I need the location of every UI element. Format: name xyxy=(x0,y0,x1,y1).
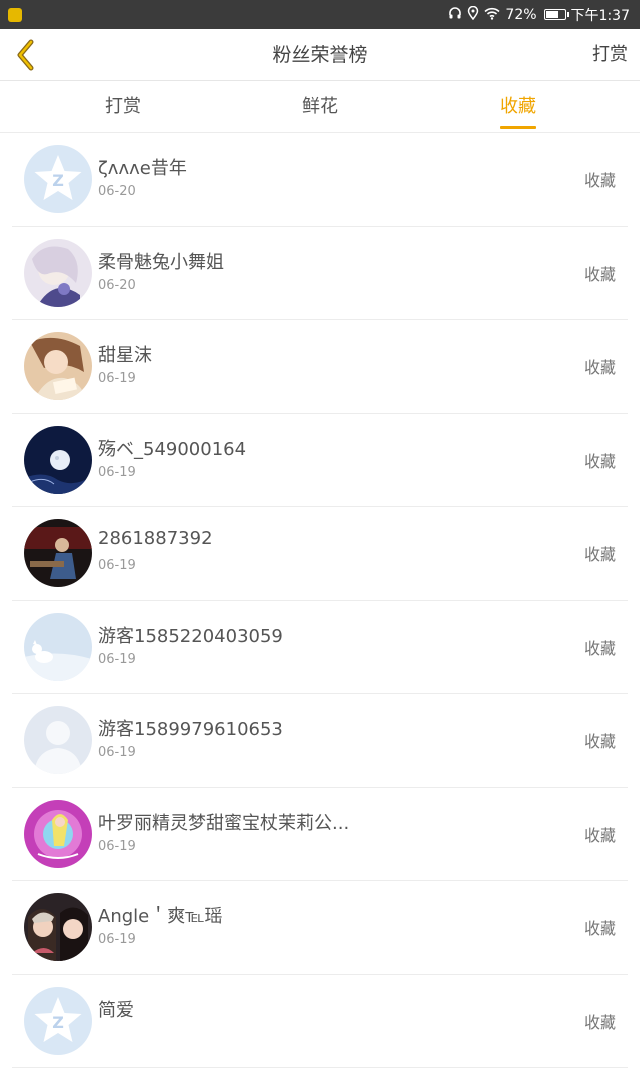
fan-name: 甜星沫 xyxy=(98,341,152,367)
chevron-left-icon xyxy=(15,39,37,71)
page-title: 粉丝荣誉榜 xyxy=(0,29,640,81)
fan-date: 06-19 xyxy=(98,652,136,667)
fan-date: 06-19 xyxy=(98,371,136,386)
list-item[interactable]: Z 简爱 收藏 xyxy=(0,975,640,1068)
avatar xyxy=(24,239,92,307)
location-icon xyxy=(467,6,479,23)
fan-date: 06-20 xyxy=(98,278,136,293)
avatar xyxy=(24,613,92,681)
tab-label: 收藏 xyxy=(500,96,536,117)
fan-name: 叶罗丽精灵梦甜蜜宝杖茉莉公... xyxy=(98,809,349,835)
fan-date: 06-19 xyxy=(98,745,136,760)
favorite-label: 收藏 xyxy=(584,448,616,472)
svg-text:Z: Z xyxy=(52,1013,64,1032)
list-item[interactable]: 游客1589979610653 06-19 收藏 xyxy=(0,694,640,788)
favorite-label: 收藏 xyxy=(584,915,616,939)
tab-flowers[interactable]: 鲜花 xyxy=(260,81,380,132)
reward-button[interactable]: 打赏 xyxy=(592,29,628,81)
app-notification-icon xyxy=(8,8,22,22)
list-item[interactable]: Z ζʌʌʌe昔年 06-20 收藏 xyxy=(0,133,640,227)
favorite-label: 收藏 xyxy=(584,541,616,565)
fan-name: 游客1585220403059 xyxy=(98,622,283,648)
avatar xyxy=(24,800,92,868)
tab-label: 鲜花 xyxy=(302,96,338,117)
battery-percent: 72% xyxy=(505,7,536,23)
fan-name: 简爱 xyxy=(98,996,134,1022)
list-item[interactable]: 殇ベ_549000164 06-19 收藏 xyxy=(0,414,640,508)
tab-label: 打赏 xyxy=(105,96,141,117)
status-bar: 72% 下午1:37 xyxy=(0,0,640,29)
fan-date: 06-19 xyxy=(98,839,136,854)
avatar xyxy=(24,893,92,961)
favorite-label: 收藏 xyxy=(584,728,616,752)
avatar xyxy=(24,519,92,587)
favorite-label: 收藏 xyxy=(584,261,616,285)
fan-name: Angle＇爽℡瑶 xyxy=(98,902,223,928)
tab-bar: 打赏 鲜花 收藏 xyxy=(0,81,640,133)
list-item[interactable]: 2861887392 06-19 收藏 xyxy=(0,507,640,601)
battery-icon xyxy=(544,9,566,20)
fan-date: 06-19 xyxy=(98,465,136,480)
favorite-label: 收藏 xyxy=(584,822,616,846)
nav-bar: 粉丝荣誉榜 打赏 xyxy=(0,29,640,81)
battery-level xyxy=(546,11,558,18)
fan-name: 2861887392 xyxy=(98,528,213,549)
fan-name: 游客1589979610653 xyxy=(98,715,283,741)
avatar xyxy=(24,426,92,494)
fan-name: ζʌʌʌe昔年 xyxy=(98,154,187,180)
list-item[interactable]: 柔骨魅兔小舞姐 06-20 收藏 xyxy=(0,227,640,321)
headphones-icon xyxy=(448,6,462,23)
tab-reward[interactable]: 打赏 xyxy=(63,81,183,132)
avatar xyxy=(24,332,92,400)
tab-favorites[interactable]: 收藏 xyxy=(458,81,578,132)
clock: 下午1:37 xyxy=(571,5,630,25)
list-item[interactable]: 叶罗丽精灵梦甜蜜宝杖茉莉公... 06-19 收藏 xyxy=(0,788,640,882)
favorite-label: 收藏 xyxy=(584,635,616,659)
fan-date: 06-19 xyxy=(98,558,136,573)
list-item[interactable]: 游客1585220403059 06-19 收藏 xyxy=(0,601,640,695)
fan-list: Z ζʌʌʌe昔年 06-20 收藏 柔骨魅兔小舞姐 06-20 收藏 甜星沫 … xyxy=(0,133,640,1068)
fan-date: 06-20 xyxy=(98,184,136,199)
fan-name: 殇ベ_549000164 xyxy=(98,435,246,461)
fan-date: 06-19 xyxy=(98,932,136,947)
list-item[interactable]: Angle＇爽℡瑶 06-19 收藏 xyxy=(0,881,640,975)
favorite-label: 收藏 xyxy=(584,354,616,378)
avatar: Z xyxy=(24,987,92,1055)
svg-text:Z: Z xyxy=(52,171,64,190)
wifi-icon xyxy=(484,7,500,23)
active-tab-indicator xyxy=(500,126,536,129)
avatar xyxy=(24,706,92,774)
favorite-label: 收藏 xyxy=(584,167,616,191)
fan-name: 柔骨魅兔小舞姐 xyxy=(98,248,224,274)
avatar: Z xyxy=(24,145,92,213)
favorite-label: 收藏 xyxy=(584,1009,616,1033)
back-button[interactable] xyxy=(6,35,46,75)
list-item[interactable]: 甜星沫 06-19 收藏 xyxy=(0,320,640,414)
